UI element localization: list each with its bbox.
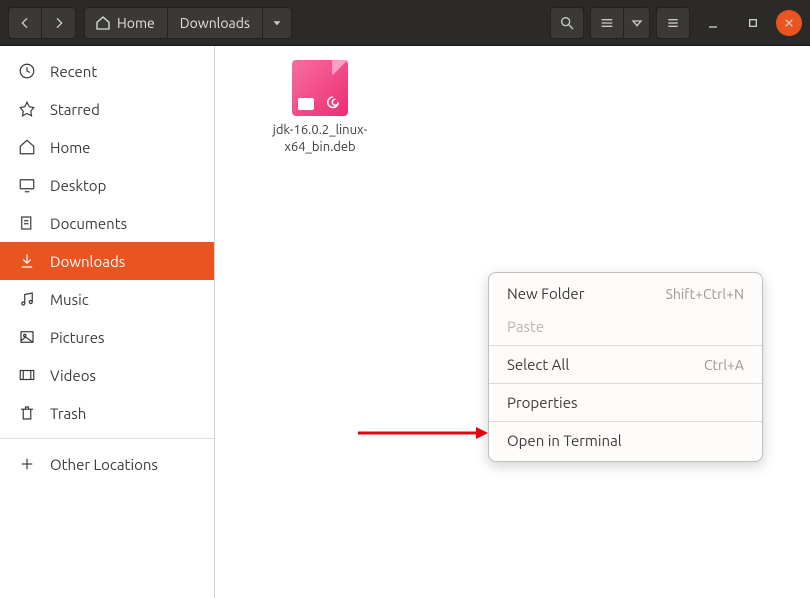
deb-package-icon xyxy=(292,60,348,116)
sidebar-item-label: Trash xyxy=(50,405,86,422)
context-menu: New Folder Shift+Ctrl+N Paste Select All… xyxy=(488,272,763,462)
path-bar: Home Downloads xyxy=(84,7,292,39)
sidebar-item-music[interactable]: Music xyxy=(0,280,214,318)
path-dropdown[interactable] xyxy=(263,8,291,38)
ctx-separator xyxy=(489,345,762,346)
back-button[interactable] xyxy=(8,7,42,39)
sidebar-item-label: Documents xyxy=(50,215,127,232)
sidebar-item-downloads[interactable]: Downloads xyxy=(0,242,214,280)
hamburger-icon xyxy=(665,15,681,31)
sidebar-item-label: Pictures xyxy=(50,329,105,346)
list-icon xyxy=(599,15,615,31)
star-icon xyxy=(18,100,36,118)
ctx-open-terminal[interactable]: Open in Terminal xyxy=(489,424,762,457)
caret-down-icon xyxy=(629,15,645,31)
list-view-button[interactable] xyxy=(590,7,624,39)
ctx-separator xyxy=(489,383,762,384)
sidebar-item-label: Home xyxy=(50,139,90,156)
ctx-label: Select All xyxy=(507,356,569,373)
chevron-left-icon xyxy=(17,15,33,31)
downloads-icon xyxy=(18,252,36,270)
plus-icon xyxy=(18,455,36,473)
ctx-accel: Ctrl+A xyxy=(704,357,744,373)
ctx-label: Properties xyxy=(507,394,578,411)
ctx-separator xyxy=(489,421,762,422)
close-icon xyxy=(781,15,797,31)
ctx-label: Paste xyxy=(507,318,544,335)
trash-icon xyxy=(18,404,36,422)
view-dropdown[interactable] xyxy=(624,7,650,39)
sidebar-item-label: Other Locations xyxy=(50,456,158,473)
sidebar-item-label: Music xyxy=(50,291,89,308)
sidebar-item-label: Desktop xyxy=(50,177,106,194)
file-name-label: jdk-16.0.2_linux-x64_bin.deb xyxy=(265,122,375,156)
maximize-button[interactable] xyxy=(736,7,770,39)
annotation-arrow xyxy=(358,426,488,440)
chevron-right-icon xyxy=(51,15,67,31)
ctx-new-folder[interactable]: New Folder Shift+Ctrl+N xyxy=(489,277,762,310)
path-current-label: Downloads xyxy=(180,15,250,31)
nav-back-forward xyxy=(8,7,76,39)
search-icon xyxy=(559,15,575,31)
sidebar: Recent Starred Home Desktop Documents Do… xyxy=(0,46,215,598)
desktop-icon xyxy=(18,176,36,194)
ctx-properties[interactable]: Properties xyxy=(489,386,762,419)
ctx-accel: Shift+Ctrl+N xyxy=(666,286,744,302)
minimize-icon xyxy=(705,15,721,31)
clock-icon xyxy=(18,62,36,80)
close-button[interactable] xyxy=(776,10,802,36)
file-item[interactable]: jdk-16.0.2_linux-x64_bin.deb xyxy=(265,60,375,156)
sidebar-item-label: Downloads xyxy=(50,253,125,270)
minimize-button[interactable] xyxy=(696,7,730,39)
home-icon xyxy=(18,138,36,156)
search-button[interactable] xyxy=(550,7,584,39)
sidebar-item-recent[interactable]: Recent xyxy=(0,52,214,90)
forward-button[interactable] xyxy=(42,7,76,39)
ctx-select-all[interactable]: Select All Ctrl+A xyxy=(489,348,762,381)
path-home-label: Home xyxy=(117,15,155,31)
sidebar-item-desktop[interactable]: Desktop xyxy=(0,166,214,204)
maximize-icon xyxy=(745,15,761,31)
sidebar-item-other-locations[interactable]: Other Locations xyxy=(0,445,214,483)
hamburger-menu-button[interactable] xyxy=(656,7,690,39)
sidebar-item-home[interactable]: Home xyxy=(0,128,214,166)
home-icon xyxy=(95,15,111,31)
sidebar-item-documents[interactable]: Documents xyxy=(0,204,214,242)
pictures-icon xyxy=(18,328,36,346)
path-current[interactable]: Downloads xyxy=(168,8,263,38)
videos-icon xyxy=(18,366,36,384)
music-icon xyxy=(18,290,36,308)
sidebar-item-starred[interactable]: Starred xyxy=(0,90,214,128)
sidebar-item-videos[interactable]: Videos xyxy=(0,356,214,394)
toolbar: Home Downloads xyxy=(0,0,810,46)
sidebar-item-trash[interactable]: Trash xyxy=(0,394,214,432)
debian-swirl-icon xyxy=(324,94,342,112)
sidebar-item-label: Videos xyxy=(50,367,96,384)
ctx-label: Open in Terminal xyxy=(507,432,622,449)
path-home[interactable]: Home xyxy=(85,8,168,38)
documents-icon xyxy=(18,214,36,232)
view-mode-group xyxy=(590,7,650,39)
sidebar-item-pictures[interactable]: Pictures xyxy=(0,318,214,356)
sidebar-separator xyxy=(0,438,214,439)
ctx-label: New Folder xyxy=(507,285,584,302)
caret-down-icon xyxy=(271,17,283,29)
ctx-paste: Paste xyxy=(489,310,762,343)
sidebar-item-label: Recent xyxy=(50,63,97,80)
sidebar-item-label: Starred xyxy=(50,101,100,118)
